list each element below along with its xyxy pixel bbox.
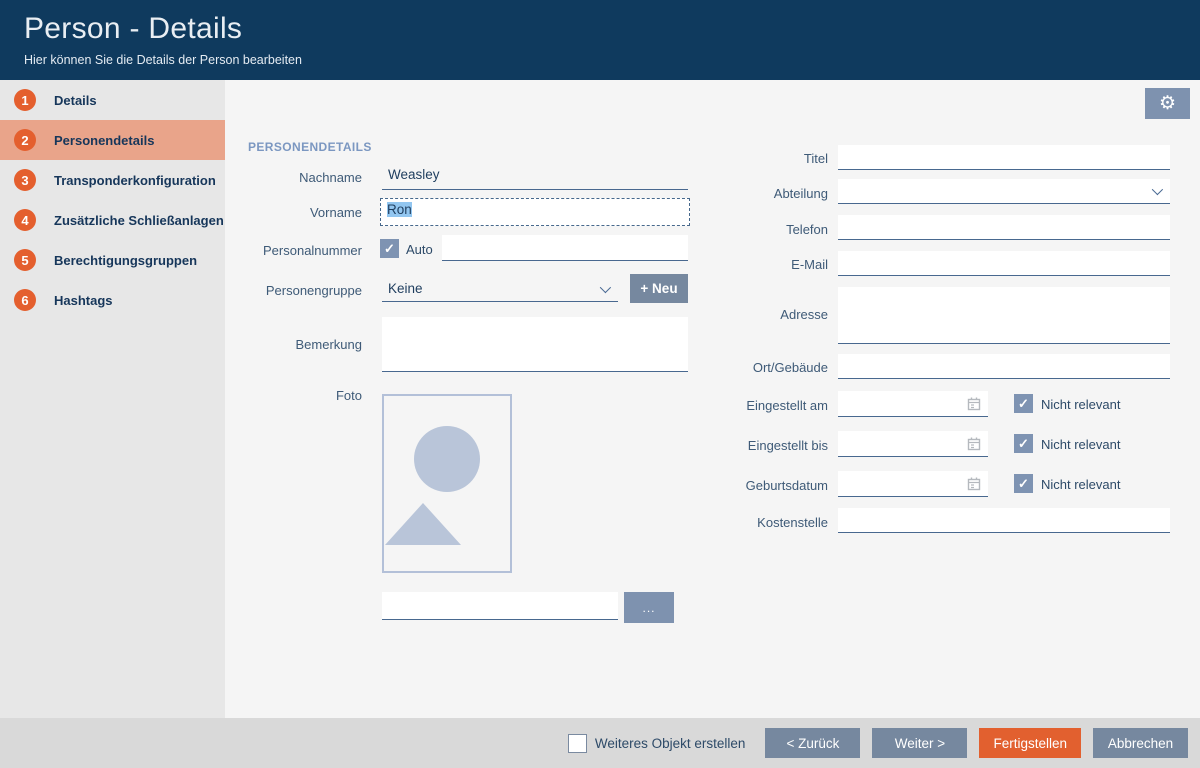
nachname-input[interactable]: Weasley — [382, 164, 688, 190]
weiteres-objekt-label: Weiteres Objekt erstellen — [595, 736, 746, 751]
bemerkung-textarea[interactable] — [382, 317, 688, 372]
titel-input[interactable] — [838, 145, 1170, 170]
kostenstelle-input[interactable] — [838, 508, 1170, 533]
weiter-button[interactable]: Weiter > — [872, 728, 967, 758]
zurueck-button[interactable]: < Zurück — [765, 728, 860, 758]
weiteres-objekt-checkbox[interactable] — [568, 734, 587, 753]
neu-button[interactable]: + Neu — [630, 274, 688, 303]
telefon-input[interactable] — [838, 215, 1170, 240]
nachname-value: Weasley — [388, 167, 440, 182]
ort-gebaeude-label: Ort/Gebäude — [714, 360, 828, 375]
check-icon: ✓ — [384, 241, 395, 257]
adresse-label: Adresse — [714, 307, 828, 322]
footer-bar: Weiteres Objekt erstellen < Zurück Weite… — [0, 718, 1200, 768]
eingestellt-am-nicht-relevant-checkbox[interactable]: ✓ — [1014, 394, 1033, 413]
settings-button[interactable]: ⚙ — [1145, 88, 1190, 119]
person-silhouette-head-icon — [414, 426, 480, 492]
check-icon: ✓ — [1018, 476, 1029, 492]
sidebar-item-personendetails[interactable]: 2 Personendetails — [0, 120, 225, 160]
calendar-icon — [966, 396, 982, 412]
section-title: PERSONENDETAILS — [248, 140, 372, 154]
eingestellt-bis-nicht-relevant-checkbox[interactable]: ✓ — [1014, 434, 1033, 453]
abteilung-select[interactable] — [838, 179, 1170, 204]
bemerkung-label: Bemerkung — [248, 337, 362, 352]
sidebar-item-label: Personendetails — [54, 133, 154, 148]
geburtsdatum-nicht-relevant-checkbox[interactable]: ✓ — [1014, 474, 1033, 493]
sidebar-item-label: Transponderkonfiguration — [54, 173, 216, 188]
step-number-badge: 5 — [14, 249, 36, 271]
calendar-icon — [966, 476, 982, 492]
nicht-relevant-label: Nicht relevant — [1041, 477, 1120, 492]
fertigstellen-button[interactable]: Fertigstellen — [979, 728, 1081, 758]
titel-label: Titel — [714, 151, 828, 166]
geburtsdatum-label: Geburtsdatum — [714, 478, 828, 493]
ort-gebaeude-input[interactable] — [838, 354, 1170, 379]
adresse-textarea[interactable] — [838, 287, 1170, 344]
nachname-label: Nachname — [248, 170, 362, 185]
chevron-down-icon — [1152, 184, 1163, 195]
eingestellt-am-date-input[interactable] — [838, 391, 988, 417]
check-icon: ✓ — [1018, 436, 1029, 452]
geburtsdatum-date-input[interactable] — [838, 471, 988, 497]
foto-placeholder — [382, 394, 512, 573]
step-number-badge: 6 — [14, 289, 36, 311]
step-number-badge: 1 — [14, 89, 36, 111]
wizard-sidebar: 1 Details 2 Personendetails 3 Transponde… — [0, 80, 225, 718]
email-label: E-Mail — [714, 257, 828, 272]
vorname-input[interactable]: Ron — [380, 198, 690, 226]
auto-label: Auto — [406, 242, 433, 257]
sidebar-item-berechtigungsgruppen[interactable]: 5 Berechtigungsgruppen — [0, 240, 225, 280]
step-number-badge: 3 — [14, 169, 36, 191]
personalnummer-label: Personalnummer — [248, 243, 362, 258]
nicht-relevant-label: Nicht relevant — [1041, 437, 1120, 452]
person-silhouette-shoulders-icon — [385, 503, 461, 545]
eingestellt-bis-label: Eingestellt bis — [714, 438, 828, 453]
personalnummer-input[interactable] — [442, 235, 688, 261]
page-subtitle: Hier können Sie die Details der Person b… — [24, 53, 302, 67]
sidebar-item-transponderkonfiguration[interactable]: 3 Transponderkonfiguration — [0, 160, 225, 200]
vorname-label: Vorname — [248, 205, 362, 220]
step-number-badge: 4 — [14, 209, 36, 231]
vorname-value: Ron — [387, 202, 412, 217]
sidebar-item-label: Details — [54, 93, 97, 108]
foto-label: Foto — [248, 388, 362, 403]
weiteres-objekt-group: Weiteres Objekt erstellen — [568, 734, 746, 753]
gear-icon: ⚙ — [1159, 92, 1176, 115]
step-number-badge: 2 — [14, 129, 36, 151]
sidebar-item-details[interactable]: 1 Details — [0, 80, 225, 120]
chevron-down-icon — [600, 281, 611, 292]
nicht-relevant-label: Nicht relevant — [1041, 397, 1120, 412]
personengruppe-label: Personengruppe — [248, 283, 362, 298]
sidebar-item-label: Hashtags — [54, 293, 113, 308]
abteilung-label: Abteilung — [714, 186, 828, 201]
abbrechen-button[interactable]: Abbrechen — [1093, 728, 1188, 758]
foto-path-input[interactable] — [382, 592, 618, 620]
sidebar-item-label: Berechtigungsgruppen — [54, 253, 197, 268]
check-icon: ✓ — [1018, 396, 1029, 412]
page-title: Person - Details — [24, 12, 242, 46]
personengruppe-value: Keine — [388, 281, 423, 296]
sidebar-item-label: Zusätzliche Schließanlagen — [54, 213, 224, 228]
email-input[interactable] — [838, 251, 1170, 276]
kostenstelle-label: Kostenstelle — [714, 515, 828, 530]
sidebar-item-hashtags[interactable]: 6 Hashtags — [0, 280, 225, 320]
eingestellt-am-label: Eingestellt am — [714, 398, 828, 413]
sidebar-item-zusaetzliche-schliessanlagen[interactable]: 4 Zusätzliche Schließanlagen — [0, 200, 225, 240]
eingestellt-bis-date-input[interactable] — [838, 431, 988, 457]
browse-button[interactable]: ... — [624, 592, 674, 623]
auto-checkbox[interactable]: ✓ — [380, 239, 399, 258]
telefon-label: Telefon — [714, 222, 828, 237]
header: Person - Details Hier können Sie die Det… — [0, 0, 1200, 80]
calendar-icon — [966, 436, 982, 452]
personengruppe-select[interactable]: Keine — [382, 276, 618, 302]
